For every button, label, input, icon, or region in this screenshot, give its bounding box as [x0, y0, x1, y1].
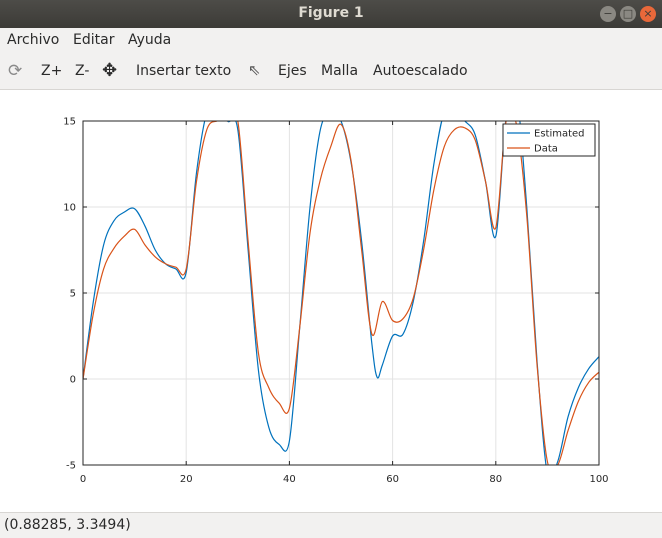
window-title: Figure 1 [298, 5, 364, 21]
axes-button[interactable]: Ejes [278, 63, 307, 79]
x-tick-label: 100 [589, 474, 608, 485]
x-tick-label: 40 [283, 474, 296, 485]
y-tick-label: 15 [63, 117, 76, 128]
plot-area[interactable]: 0 20 40 60 80 100 -5 0 5 10 15 Estimated Data [0, 90, 662, 512]
series-line-data [83, 121, 599, 465]
legend-label: Data [534, 144, 558, 155]
x-tick-label: 0 [80, 474, 86, 485]
window-titlebar: Figure 1 − □ × [0, 0, 662, 28]
y-tick-label: 10 [63, 203, 76, 214]
insert-text-button[interactable]: Insertar texto [136, 63, 231, 79]
x-tick-label: 20 [180, 474, 193, 485]
rotate-icon[interactable]: ⟳ [8, 61, 22, 81]
x-tick-label: 60 [386, 474, 399, 485]
line-chart[interactable]: 0 20 40 60 80 100 -5 0 5 10 15 Estimated Data [0, 90, 662, 512]
status-bar: (0.88285, 3.3494) [0, 512, 662, 538]
grid-button[interactable]: Malla [321, 63, 358, 79]
close-icon[interactable]: × [640, 6, 656, 22]
legend-label: Estimated [534, 129, 585, 140]
autoscale-button[interactable]: Autoescalado [373, 63, 468, 79]
pan-icon[interactable]: ✥ [102, 60, 117, 81]
menu-editar[interactable]: Editar [73, 32, 114, 48]
menu-archivo[interactable]: Archivo [7, 32, 59, 48]
zoom-in-button[interactable]: Z+ [41, 63, 62, 79]
zoom-out-button[interactable]: Z- [75, 63, 89, 79]
y-tick-label: 5 [70, 289, 76, 300]
cursor-coordinates: (0.88285, 3.3494) [4, 517, 131, 533]
y-tick-label: -5 [66, 461, 76, 472]
minimize-icon[interactable]: − [600, 6, 616, 22]
y-tick-label: 0 [70, 375, 76, 386]
maximize-icon[interactable]: □ [620, 6, 636, 22]
toolbar: ⟳ Z+ Z- ✥ Insertar texto ⇖ Ejes Malla Au… [0, 53, 662, 90]
select-arrow-icon[interactable]: ⇖ [248, 61, 261, 79]
menu-ayuda[interactable]: Ayuda [128, 32, 171, 48]
menu-bar: Archivo Editar Ayuda [0, 28, 662, 53]
x-tick-label: 80 [489, 474, 502, 485]
